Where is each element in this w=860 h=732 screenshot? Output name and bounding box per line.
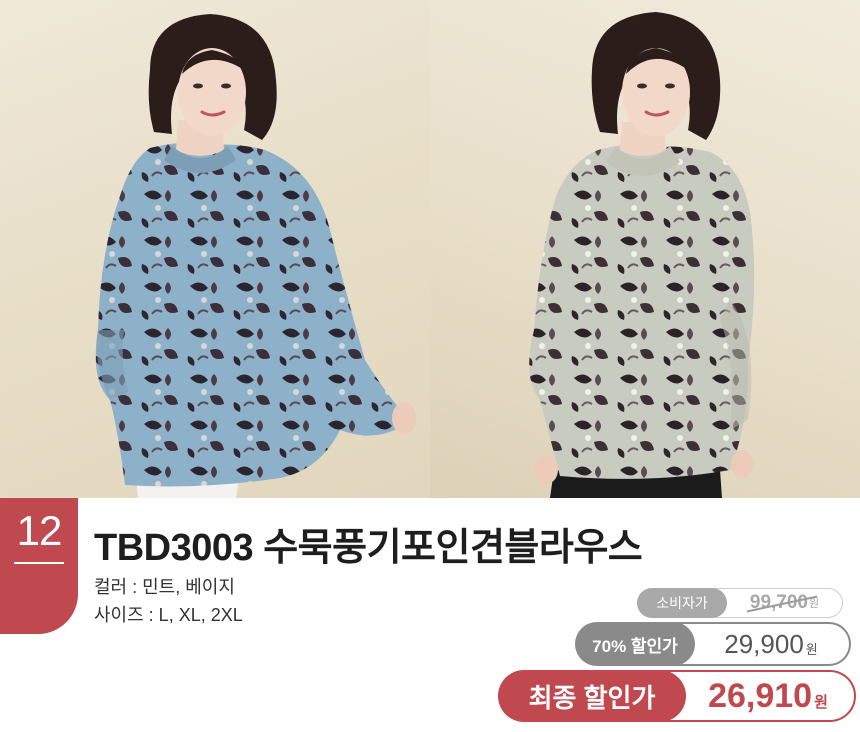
product-number: 12: [16, 507, 63, 554]
final-price-label: 최종 할인가: [498, 670, 686, 722]
model-illustration-mint: [95, 14, 416, 498]
product-photo-mint: [0, 0, 430, 498]
discount-price-value: 29,900: [724, 628, 804, 659]
discount-price-box: 29,900 원: [673, 622, 851, 666]
final-price-unit: 원: [814, 693, 828, 711]
discount-price-unit: 원: [805, 641, 818, 657]
discount-price-row: 70% 할인가 29,900 원: [575, 622, 851, 666]
discount-price-label: 70% 할인가: [575, 622, 695, 666]
color-options: 컬러 : 민트, 베이지: [94, 577, 235, 597]
final-price-row: 최종 할인가 26,910 원: [498, 670, 856, 722]
product-photo-beige: [430, 0, 860, 498]
consumer-price-label: 소비자가: [637, 588, 727, 618]
model-illustration-beige: [529, 12, 755, 498]
size-options: 사이즈 : L, XL, 2XL: [94, 605, 243, 625]
final-price-box: 26,910 원: [660, 670, 856, 722]
final-price-value: 26,910: [708, 676, 813, 715]
badge-underline: [14, 562, 64, 564]
consumer-price-row: 소비자가 99,700 원: [637, 588, 843, 618]
product-photos: [0, 0, 860, 498]
product-title: TBD3003 수묵풍기포인견블라우스: [94, 527, 643, 569]
product-number-badge: 12: [0, 498, 78, 634]
consumer-price-value: 99,700: [749, 592, 808, 613]
consumer-price-box: 99,700 원: [711, 588, 843, 618]
